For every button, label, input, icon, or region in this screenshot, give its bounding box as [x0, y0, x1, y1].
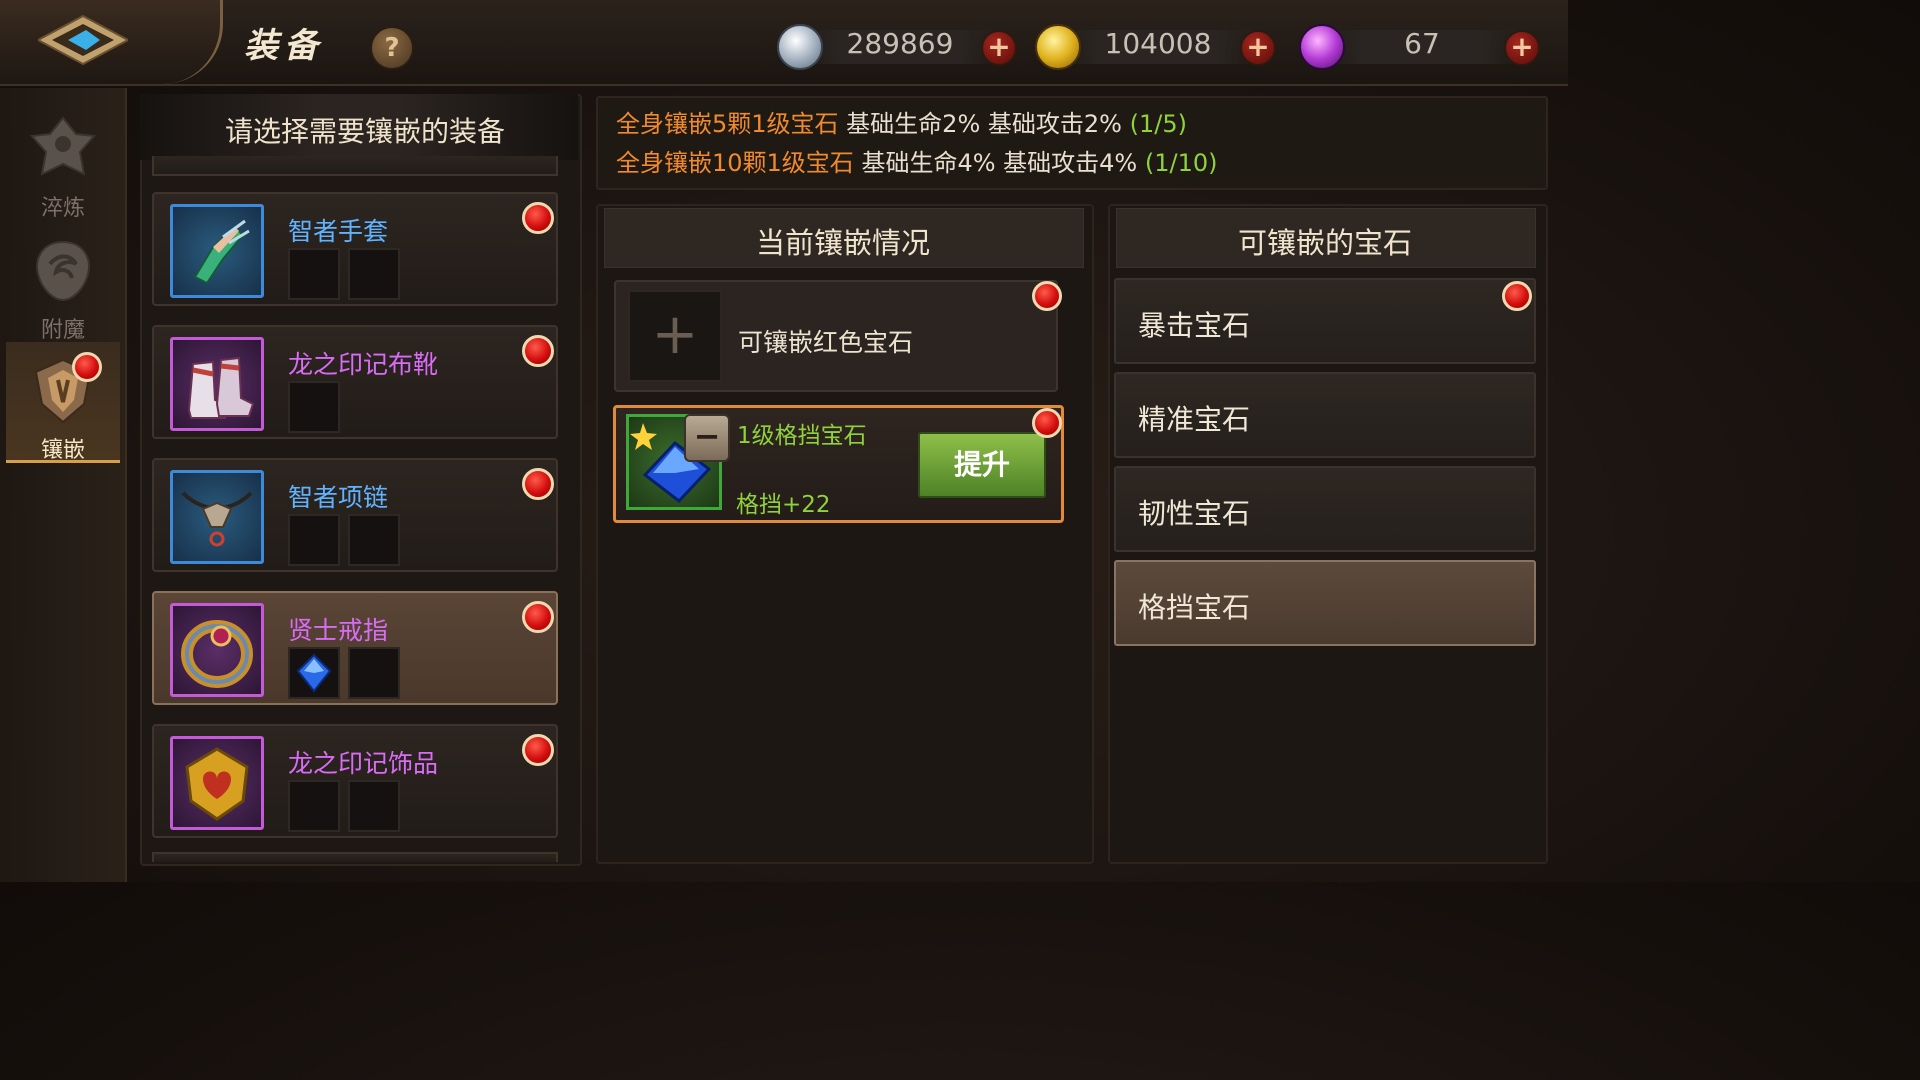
gem-slot-empty	[288, 248, 340, 300]
equipment-panel-title: 请选择需要镶嵌的装备	[224, 115, 505, 148]
silver-amount: 289869	[846, 27, 954, 60]
notification-dot	[522, 468, 554, 500]
gloves-icon	[170, 204, 264, 298]
add-gold-button[interactable]: +	[1240, 30, 1276, 66]
necklace-icon	[170, 470, 264, 564]
upgrade-gem-button[interactable]: 提升	[918, 432, 1046, 498]
gem-type-label: 格挡宝石	[1138, 591, 1251, 624]
add-silver-button[interactable]: +	[981, 30, 1017, 66]
equip-item-necklace[interactable]: 智者项链	[152, 458, 558, 572]
gem-type-label: 精准宝石	[1138, 403, 1251, 436]
back-arrow-icon	[35, 14, 131, 66]
equip-name: 智者手套	[288, 217, 389, 246]
set-bonus-line-2: 全身镶嵌10颗1级宝石 基础生命4% 基础攻击4% (1/10)	[616, 143, 1217, 178]
gem-type-block[interactable]: 格挡宝石	[1114, 560, 1536, 646]
equip-name: 龙之印记饰品	[288, 749, 439, 778]
ring-icon	[170, 603, 264, 697]
equip-name: 贤士戒指	[288, 616, 389, 645]
trinket-icon	[170, 736, 264, 830]
gem-slot-empty	[288, 381, 340, 433]
notification-dot	[1502, 281, 1532, 311]
tab-temper[interactable]: 淬炼	[6, 100, 120, 221]
notification-dot	[1032, 281, 1062, 311]
gold-amount: 104008	[1104, 27, 1212, 60]
notification-dot	[522, 202, 554, 234]
gem-slot-empty	[348, 248, 400, 300]
notification-dot	[522, 601, 554, 633]
tab-inlay[interactable]: 镶嵌	[6, 342, 120, 463]
set-bonus-line-1: 全身镶嵌5颗1级宝石 基础生命2% 基础攻击2% (1/5)	[616, 104, 1187, 139]
equip-item-trinket[interactable]: 龙之印记饰品	[152, 724, 558, 838]
gem-type-label: 暴击宝石	[1138, 309, 1251, 342]
equip-name: 龙之印记布靴	[288, 350, 439, 379]
tab-enchant[interactable]: 附魔	[6, 222, 120, 343]
bonus-progress: (1/5)	[1129, 110, 1187, 138]
gold-coin-icon	[1035, 24, 1081, 70]
bonus-requirement: 全身镶嵌5颗1级宝石	[616, 110, 839, 138]
notification-dot	[1032, 408, 1062, 438]
plus-icon: +	[651, 302, 699, 367]
equip-name: 智者项链	[288, 483, 389, 512]
bonus-progress: (1/10)	[1144, 149, 1218, 177]
page-title: 装备	[244, 26, 324, 66]
gem-slot-empty	[288, 514, 340, 566]
gem-slot-empty	[348, 780, 400, 832]
gem-amount: 67	[1404, 27, 1440, 60]
silver-coin-icon	[777, 24, 823, 70]
remove-gem-button[interactable]: −	[684, 414, 730, 462]
list-item-partial-bottom	[152, 852, 558, 862]
purple-gem-icon	[1299, 24, 1345, 70]
tab-enchant-label: 附魔	[40, 318, 85, 343]
enchant-dragon-icon	[36, 240, 90, 302]
gem-type-toughness[interactable]: 韧性宝石	[1114, 466, 1536, 552]
equip-item-boots[interactable]: 龙之印记布靴	[152, 325, 558, 439]
gem-slot-empty	[348, 514, 400, 566]
gem-type-label: 韧性宝石	[1138, 497, 1251, 530]
tab-temper-label: 淬炼	[40, 196, 85, 221]
gem-type-accuracy[interactable]: 精准宝石	[1114, 372, 1536, 458]
gem-slot-empty	[288, 780, 340, 832]
bonus-effect: 基础生命2% 基础攻击2%	[838, 110, 1130, 138]
equip-item-gloves[interactable]: 智者手套	[152, 192, 558, 306]
back-button[interactable]	[35, 10, 131, 70]
add-gem-button[interactable]: +	[1504, 30, 1540, 66]
gem-slot-filled	[288, 647, 340, 699]
gem-slot-empty	[348, 647, 400, 699]
blue-gem-icon	[296, 653, 332, 693]
tab-inlay-label: 镶嵌	[40, 438, 85, 463]
help-button[interactable]: ?	[370, 26, 414, 70]
inlay-tab-notification-dot	[72, 352, 102, 382]
inlaid-gem-effect: 格挡+22	[736, 492, 831, 518]
inlaid-gem-name: 1级格挡宝石	[737, 423, 867, 449]
current-inlay-title: 当前镶嵌情况	[755, 226, 930, 260]
notification-dot	[522, 734, 554, 766]
bonus-requirement: 全身镶嵌10颗1级宝石	[616, 149, 854, 177]
list-item-partial-top	[152, 156, 558, 176]
available-gems-title: 可镶嵌的宝石	[1237, 226, 1412, 260]
bonus-effect: 基础生命4% 基础攻击4%	[853, 149, 1145, 177]
boots-icon	[170, 337, 264, 431]
empty-slot-label: 可镶嵌红色宝石	[738, 328, 914, 357]
notification-dot	[522, 335, 554, 367]
temper-emblem-icon	[29, 116, 97, 176]
equip-item-ring[interactable]: 贤士戒指	[152, 591, 558, 705]
gem-type-crit[interactable]: 暴击宝石	[1114, 278, 1536, 364]
